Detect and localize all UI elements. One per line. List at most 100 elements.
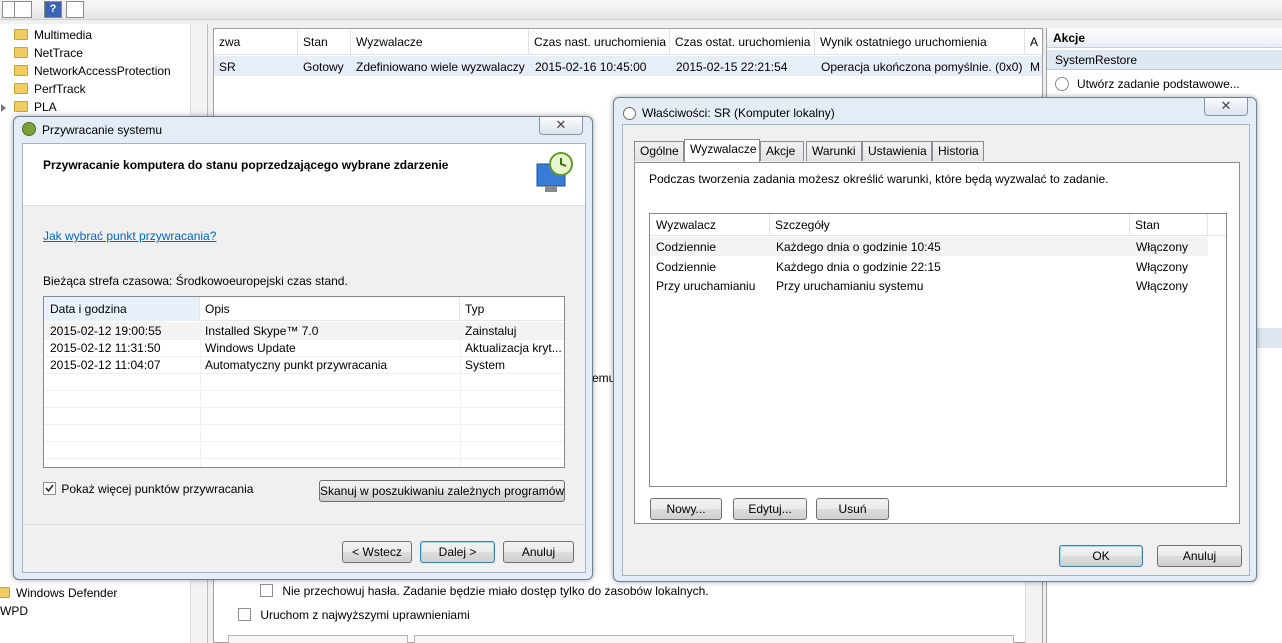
tree-item-wpd[interactable]: WPD <box>0 602 28 620</box>
task-status: Gotowy <box>303 60 344 74</box>
no-password-label: Nie przechowuj hasła. Zadanie będzie mia… <box>282 584 709 598</box>
actions-section-systemrestore[interactable]: SystemRestore <box>1047 50 1282 70</box>
show-more-checkbox[interactable] <box>43 482 56 495</box>
folder-icon <box>14 29 28 40</box>
trigger-state: Włączony <box>1136 240 1189 254</box>
bottom-field <box>228 635 408 643</box>
delete-trigger-button[interactable]: Usuń <box>816 498 889 520</box>
highest-privileges-option[interactable]: Uruchom z najwyższymi uprawnieniami <box>238 607 470 623</box>
how-to-choose-link[interactable]: Jak wybrać punkt przywracania? <box>43 229 216 243</box>
system-restore-window: Przywracanie systemu ✕ Przywracanie komp… <box>13 116 593 580</box>
tab-conditions[interactable]: Warunki <box>806 141 862 161</box>
column-state[interactable]: Stan <box>1130 214 1208 236</box>
tree-item-networkaccessprotection[interactable]: NetworkAccessProtection <box>14 62 171 80</box>
task-last-result: Operacja ukończona pomyślnie. (0x0) <box>821 60 1023 74</box>
tab-actions[interactable]: Akcje <box>760 141 804 161</box>
tab-general[interactable]: Ogólne <box>634 141 684 161</box>
column-description[interactable]: Opis <box>200 297 460 321</box>
no-password-checkbox[interactable] <box>260 584 273 597</box>
tab-settings[interactable]: Ustawienia <box>862 141 932 161</box>
tree-item-nettrace[interactable]: NetTrace <box>14 44 83 62</box>
column-date-time[interactable]: Data i godzina <box>44 297 200 321</box>
grid-row <box>44 458 564 459</box>
restore-date: 2015-02-12 19:00:55 <box>50 324 162 338</box>
partial-text: emu <box>592 371 616 385</box>
column-name[interactable]: zwa <box>214 29 298 55</box>
task-author: M <box>1030 60 1040 74</box>
trigger-state: Włączony <box>1136 260 1189 274</box>
tree-item-pla[interactable]: PLA <box>14 98 57 116</box>
folder-icon <box>14 101 28 112</box>
grid-row <box>44 373 564 374</box>
tree-item-windows-defender[interactable]: Windows Defender <box>0 584 117 602</box>
column-status[interactable]: Stan <box>298 29 351 55</box>
cancel-button[interactable]: Anuluj <box>503 541 574 563</box>
checkmark-icon <box>45 484 54 493</box>
grid-row <box>44 339 564 340</box>
restore-header: Przywracanie komputera do stanu poprzedz… <box>23 144 585 206</box>
restore-points-list[interactable]: Data i godzina Opis Typ 2015-02-12 19:00… <box>43 296 565 468</box>
grid-col <box>460 321 461 467</box>
clock-icon <box>1055 77 1069 91</box>
task-properties-window: Właściwości: SR (Komputer lokalny) ✕ Ogó… <box>613 97 1257 582</box>
column-next-run[interactable]: Czas nast. uruchomienia <box>529 29 670 55</box>
close-button[interactable]: ✕ <box>539 117 583 135</box>
grid-row <box>44 407 564 408</box>
help-icon[interactable]: ? <box>44 1 62 18</box>
trigger-details: Każdego dnia o godzinie 10:45 <box>776 240 941 254</box>
column-triggers[interactable]: Wyzwalacze <box>351 29 529 55</box>
task-last-run: 2015-02-15 22:21:54 <box>676 60 788 74</box>
ok-button[interactable]: OK <box>1059 545 1143 567</box>
column-author[interactable]: A <box>1025 29 1044 55</box>
trigger-state: Włączony <box>1136 279 1189 293</box>
system-restore-large-icon <box>536 152 573 192</box>
restore-content: Przywracanie komputera do stanu poprzedz… <box>22 143 586 573</box>
triggers-list[interactable]: Wyzwalacz Szczegóły Stan Codziennie Każd… <box>649 213 1227 487</box>
restore-date: 2015-02-12 11:31:50 <box>50 341 161 355</box>
folder-icon <box>14 47 28 58</box>
task-next-run: 2015-02-16 10:45:00 <box>535 60 647 74</box>
scan-programs-button[interactable]: Skanuj w poszukiwaniu zależnych programó… <box>319 480 565 502</box>
task-name: SR <box>219 60 236 74</box>
restore-date: 2015-02-12 11:04:07 <box>50 358 161 372</box>
properties-content: Ogólne Wyzwalacze Akcje Warunki Ustawien… <box>622 124 1250 576</box>
column-type[interactable]: Typ <box>460 297 564 321</box>
next-button[interactable]: Dalej > <box>420 541 495 563</box>
column-last-result[interactable]: Wynik ostatniego uruchomienia <box>815 29 1025 55</box>
new-trigger-button[interactable]: Nowy... <box>650 498 722 520</box>
task-triggers: Zdefiniowano wiele wyzwalaczy <box>356 60 525 74</box>
trigger-details: Przy uruchamianiu systemu <box>776 279 924 293</box>
create-basic-task-action[interactable]: Utwórz zadanie podstawowe... <box>1055 76 1240 92</box>
tab-history[interactable]: Historia <box>932 141 984 161</box>
show-hide-tree-icon[interactable] <box>14 1 32 18</box>
back-button[interactable]: < Wstecz <box>342 541 412 563</box>
bottom-field <box>414 635 1014 643</box>
grid-row <box>44 441 564 442</box>
tree-item-perftrack[interactable]: PerfTrack <box>14 80 86 98</box>
highest-privileges-checkbox[interactable] <box>238 608 251 621</box>
show-more-label: Pokaż więcej punktów przywracania <box>61 482 254 496</box>
grid-row <box>44 356 564 357</box>
trigger-type: Codziennie <box>656 260 717 274</box>
close-button[interactable]: ✕ <box>1204 98 1248 116</box>
timezone-label: Bieżąca strefa czasowa: Środkowoeuropejs… <box>43 274 348 288</box>
actions-title: Akcje <box>1047 28 1282 48</box>
tab-triggers[interactable]: Wyzwalacze <box>684 139 760 162</box>
column-last-run[interactable]: Czas ostat. uruchomienia <box>670 29 815 55</box>
cancel-button[interactable]: Anuluj <box>1157 545 1242 567</box>
edit-trigger-button[interactable]: Edytuj... <box>733 498 807 520</box>
expand-arrow-icon[interactable] <box>1 104 6 112</box>
column-trigger[interactable]: Wyzwalacz <box>650 214 770 236</box>
triggers-description: Podczas tworzenia zadania możesz określi… <box>649 172 1109 186</box>
mmc-toolbar: ? <box>0 0 1282 20</box>
trigger-type: Codziennie <box>656 240 717 254</box>
column-details[interactable]: Szczegóły <box>770 214 1130 236</box>
restore-description: Windows Update <box>205 341 296 355</box>
action-pane-icon[interactable] <box>66 1 84 18</box>
divider <box>23 524 585 525</box>
tree-item-multimedia[interactable]: Multimedia <box>14 26 92 44</box>
folder-icon <box>14 83 28 94</box>
show-more-option[interactable]: Pokaż więcej punktów przywracania <box>43 482 253 496</box>
no-password-option[interactable]: Nie przechowuj hasła. Zadanie będzie mia… <box>260 583 709 599</box>
trigger-details: Każdego dnia o godzinie 22:15 <box>776 260 941 274</box>
